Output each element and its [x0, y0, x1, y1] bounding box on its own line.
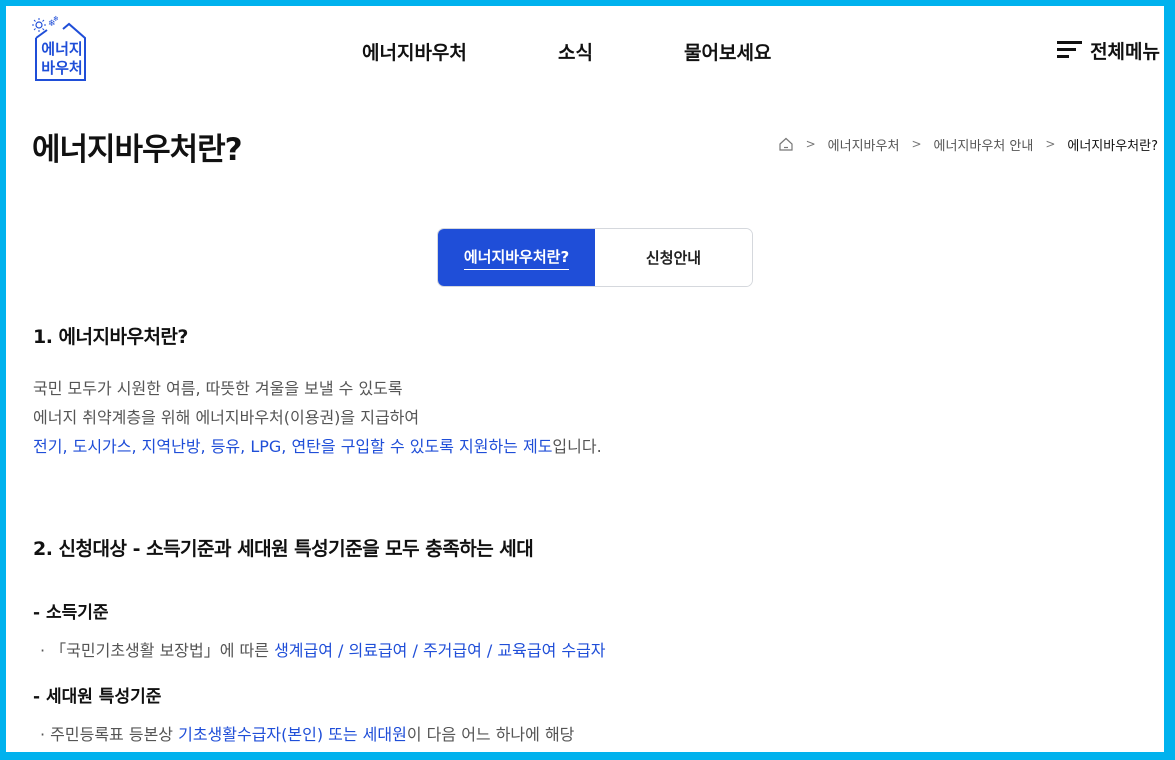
hamburger-icon: [1057, 41, 1083, 58]
chevron-right-icon: >: [1045, 137, 1056, 151]
section-1-heading: 1. 에너지바우처란?: [33, 326, 188, 348]
tab-what-is-voucher[interactable]: 에너지바우처란?: [438, 229, 595, 286]
chevron-right-icon: >: [911, 137, 922, 151]
site-header: ❄ ❄ 에너지 바우처 에너지바우처 소식 물어보세요 전체메뉴: [6, 6, 1164, 96]
tab-label: 신청안내: [645, 249, 702, 267]
income-criteria-title: - 소득기준: [33, 603, 109, 623]
breadcrumb: > 에너지바우처 > 에너지바우처 안내 > 에너지바우처란?: [778, 134, 1158, 154]
breadcrumb-item-current: 에너지바우처란?: [1067, 138, 1158, 154]
section-1-highlight: 전기, 도시가스, 지역난방, 등유, LPG, 연탄을 구입할 수 있도록 지…: [33, 437, 553, 456]
household-criteria-highlight: 기초생활수급자(본인) 또는 세대원: [178, 725, 407, 744]
section-2-heading: 2. 신청대상 - 소득기준과 세대원 특성기준을 모두 충족하는 세대: [33, 538, 534, 560]
section-1-body: 국민 모두가 시원한 여름, 따뜻한 겨울을 보낼 수 있도록 에너지 취약계층…: [33, 374, 602, 461]
breadcrumb-item-energy-voucher[interactable]: 에너지바우처: [828, 135, 900, 154]
chevron-right-icon: >: [805, 137, 816, 151]
page-title: 에너지바우처란?: [32, 132, 243, 168]
full-menu-label: 전체메뉴: [1090, 40, 1160, 63]
breadcrumb-item-guide[interactable]: 에너지바우처 안내: [934, 135, 1034, 154]
section-1-line-2: 에너지 취약계층을 위해 에너지바우처(이용권)을 지급하여: [33, 408, 420, 427]
main-nav: 에너지바우처 소식 물어보세요: [6, 38, 1164, 64]
tab-label: 에너지바우처란?: [463, 246, 570, 270]
nav-item-news[interactable]: 소식: [558, 38, 593, 65]
nav-item-ask[interactable]: 물어보세요: [684, 38, 771, 65]
section-1-line-3: 전기, 도시가스, 지역난방, 등유, LPG, 연탄을 구입할 수 있도록 지…: [33, 432, 602, 461]
full-menu-button[interactable]: 전체메뉴: [1057, 36, 1160, 64]
tab-application-guide[interactable]: 신청안내: [595, 229, 752, 286]
content-tabs: 에너지바우처란? 신청안내: [437, 228, 753, 287]
household-criteria-item: · 주민등록표 등본상 기초생활수급자(본인) 또는 세대원이 다음 어느 하나…: [40, 725, 575, 744]
income-criteria-item: · 「국민기초생활 보장법」에 따른 생계급여 / 의료급여 / 주거급여 / …: [40, 641, 606, 660]
nav-item-energy-voucher[interactable]: 에너지바우처: [362, 38, 467, 65]
income-criteria-highlight: 생계급여 / 의료급여 / 주거급여 / 교육급여 수급자: [274, 641, 606, 660]
page-frame: ❄ ❄ 에너지 바우처 에너지바우처 소식 물어보세요 전체메뉴 에너지바우처란…: [6, 6, 1164, 752]
section-1-line-1: 국민 모두가 시원한 여름, 따뜻한 겨울을 보낼 수 있도록: [33, 379, 403, 398]
section-1-line-3-rest: 입니다.: [552, 437, 602, 456]
svg-text:❄: ❄: [53, 15, 59, 23]
home-icon[interactable]: [778, 136, 794, 152]
household-criteria-title: - 세대원 특성기준: [33, 687, 162, 707]
